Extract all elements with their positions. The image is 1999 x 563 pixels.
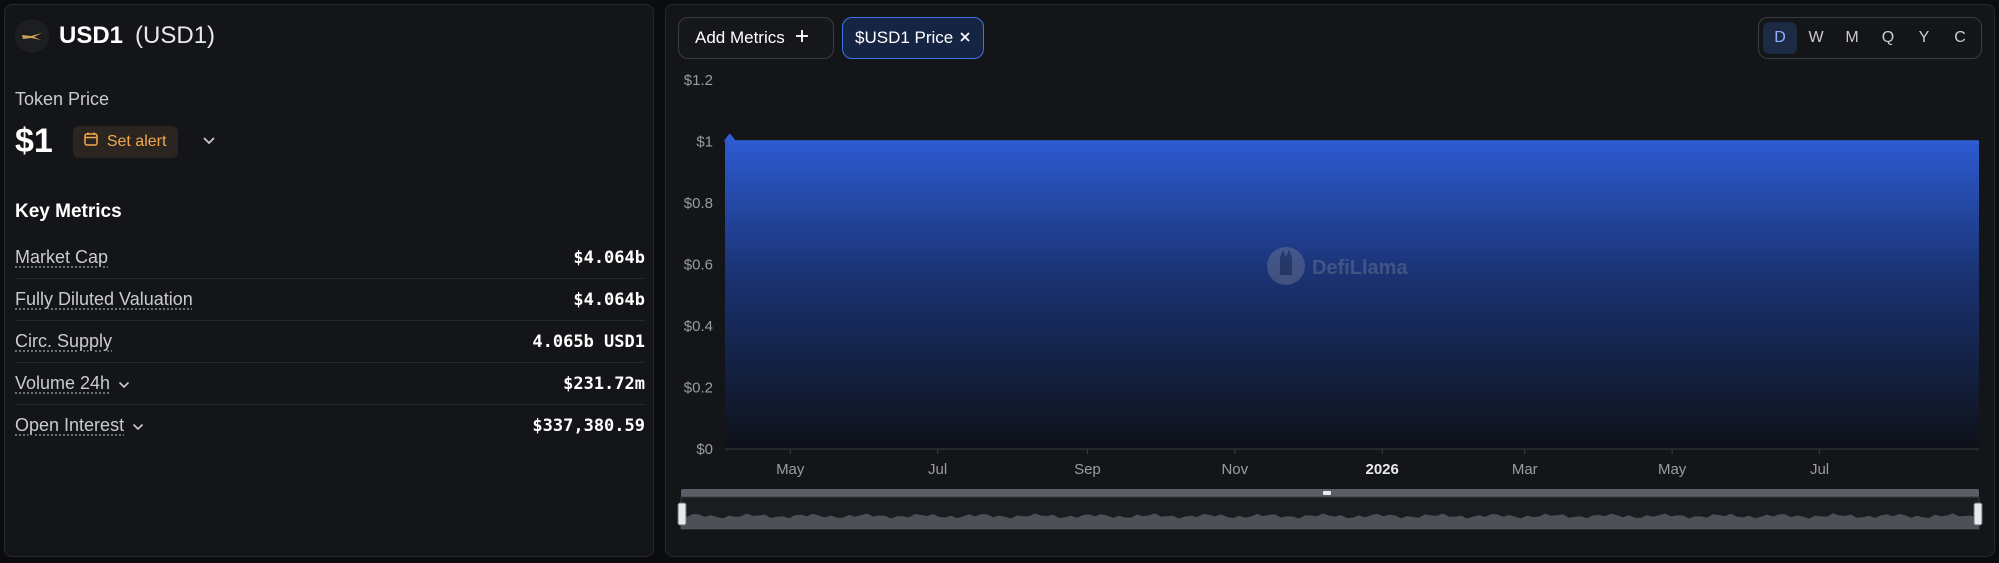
- metric-row-market-cap: Market Cap $4.064b: [15, 237, 645, 279]
- metric-row-fdv: Fully Diluted Valuation $4.064b: [15, 279, 645, 321]
- x-tick-label: Mar: [1512, 461, 1538, 478]
- price-area: [725, 135, 1979, 450]
- x-tick-label: 2026: [1366, 461, 1399, 478]
- y-tick-label: $0.2: [684, 380, 713, 397]
- metric-label[interactable]: Open Interest: [15, 415, 144, 436]
- svg-text:DefiLlama: DefiLlama: [1312, 257, 1408, 279]
- metric-value: $231.72m: [563, 373, 645, 394]
- token-name: USD1: [59, 22, 124, 49]
- token-logo: [15, 19, 49, 53]
- chevron-down-icon[interactable]: [132, 415, 144, 436]
- y-tick-label: $1.2: [684, 72, 713, 89]
- token-symbol: (USD1): [135, 22, 216, 49]
- key-metrics-title: Key Metrics: [15, 201, 122, 222]
- metric-label[interactable]: Volume 24h: [15, 373, 130, 394]
- x-tick-label: Jul: [1810, 461, 1829, 478]
- token-price-value: $1: [15, 122, 53, 160]
- metric-row-volume-24h: Volume 24h $231.72m: [15, 363, 645, 405]
- metric-value: $337,380.59: [532, 415, 645, 436]
- token-info-panel: USD1 (USD1) Token Price $1 Set alert Key…: [4, 4, 654, 557]
- token-price-row: $1 Set alert: [15, 122, 220, 161]
- y-tick-label: $1: [696, 134, 713, 151]
- set-alert-label: Set alert: [106, 132, 167, 150]
- chevron-down-icon: [202, 133, 216, 151]
- metric-row-circ-supply: Circ. Supply 4.065b USD1: [15, 321, 645, 363]
- metric-label[interactable]: Circ. Supply: [15, 331, 112, 352]
- key-metrics-list: Market Cap $4.064b Fully Diluted Valuati…: [15, 237, 645, 446]
- price-line: [724, 133, 1979, 143]
- y-tick-label: $0.6: [684, 257, 713, 274]
- calendar-alert-icon: [83, 131, 99, 152]
- metric-value: 4.065b USD1: [532, 331, 645, 352]
- metric-label[interactable]: Market Cap: [15, 247, 108, 268]
- x-tick-label: Nov: [1221, 461, 1248, 478]
- range-handle-right[interactable]: [1973, 502, 1983, 526]
- x-tick-label: Jul: [928, 461, 947, 478]
- token-header: USD1 (USD1): [15, 19, 215, 53]
- metric-label[interactable]: Fully Diluted Valuation: [15, 289, 193, 310]
- x-tick-label: Sep: [1074, 461, 1101, 478]
- chevron-down-icon[interactable]: [118, 373, 130, 394]
- price-options-button[interactable]: [198, 131, 220, 153]
- x-tick-label: May: [776, 461, 805, 478]
- token-price-label: Token Price: [15, 89, 110, 109]
- price-chart: $0 $0.2 $0.4 $0.6 $0.8 $1 $1.2 May Jul Sep Nov 2026…: [677, 72, 1983, 530]
- chart-panel: Add Metrics $USD1 Price D W M Q Y C $0 $0…: [665, 4, 1995, 557]
- range-handle-left[interactable]: [677, 502, 687, 526]
- y-tick-label: $0.8: [684, 195, 713, 212]
- metric-value: $4.064b: [573, 247, 645, 268]
- y-tick-label: $0: [696, 441, 713, 458]
- range-grip-icon: [1323, 491, 1331, 495]
- set-alert-button[interactable]: Set alert: [72, 125, 179, 158]
- metric-value: $4.064b: [573, 289, 645, 310]
- x-tick-label: May: [1658, 461, 1687, 478]
- metric-row-open-interest: Open Interest $337,380.59: [15, 405, 645, 446]
- y-tick-label: $0.4: [684, 318, 713, 335]
